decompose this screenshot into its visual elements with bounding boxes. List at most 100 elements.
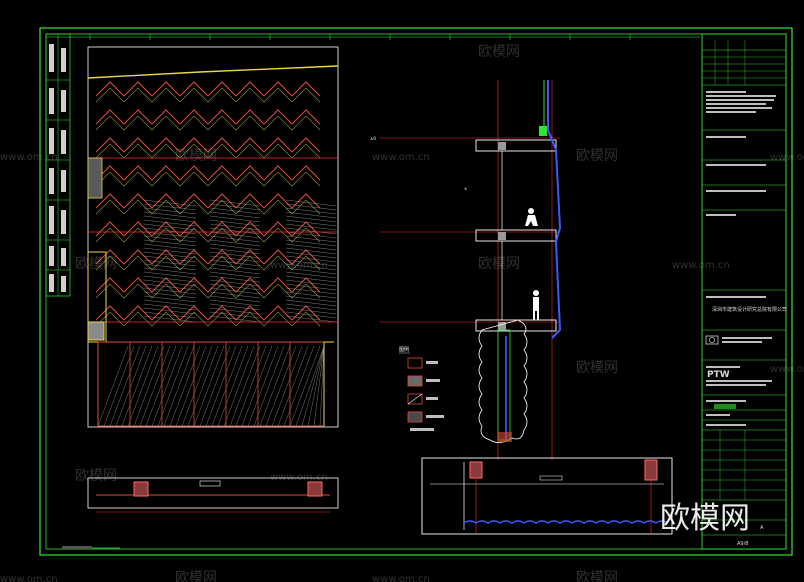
chevron-line [291,87,321,103]
chevron-line [263,199,293,215]
chevron-line [95,221,125,237]
chevron-line [235,81,265,97]
chevron-line [235,109,265,125]
watermark-brand: 欧模网 [175,570,217,582]
chevron-line [123,249,153,265]
chevron-line [235,199,265,215]
hatch-line [163,345,195,427]
chevron-line [207,109,237,125]
slab-3 [475,319,557,332]
material-legend: 图例 [399,346,444,431]
cad-drawing-sheet: ±0 ± 图例 深圳市建筑设计研究总院有限公司 PTW A9/8 A 欧模网 w… [0,27,804,582]
watermark-brand: 欧模网 [576,570,618,582]
chevron-line [291,305,321,321]
hatch-line [253,345,285,427]
chevron-line [151,249,181,265]
roof-line [87,65,339,79]
chevron-line [179,311,209,327]
chevron-line [151,283,181,299]
hatch-line [151,345,183,427]
chevron-line [235,143,265,159]
chevron-line [179,199,209,215]
chevron-line [263,227,293,243]
watermark-brand: 欧模网 [478,256,520,272]
chevron-line [123,115,153,131]
chevron-line [291,109,321,125]
chevron-line [151,221,181,237]
chevron-line [179,87,209,103]
plan-detail-left [87,477,339,513]
chevron-line [263,171,293,187]
chevron-line [207,283,237,299]
watermark-brand: 欧模网 [576,148,618,164]
chevron-line [123,193,153,209]
chevron-line [263,143,293,159]
chevron-line [291,143,321,159]
hatch-line [265,345,297,427]
chevron-line [291,199,321,215]
chevron-line [123,199,153,215]
chevron-line [123,305,153,321]
chevron-line [95,109,125,125]
svg-text:±: ± [464,186,467,191]
watermark-site: www.om.cn [372,574,430,582]
dotted-panel [87,157,103,199]
planter-outline [478,319,528,443]
hatch-line [181,345,213,427]
chevron-line [95,283,125,299]
chevron-line [151,109,181,125]
hatch-line [133,345,165,427]
hatch-line [217,345,249,427]
chevron-line [151,81,181,97]
chevron-line [179,283,209,299]
chevron-line [123,255,153,271]
chevron-line [207,115,237,131]
hatch-line [145,345,177,427]
hatch-line [259,345,291,427]
chevron-line [95,199,125,215]
chevron-line [235,165,265,181]
chevron-line [151,193,181,209]
hatch-line [205,345,237,427]
chevron-line [95,277,125,293]
chevron-line [291,311,321,327]
hatch-line [115,345,147,427]
hatch-line [127,345,159,427]
chevron-line [123,277,153,293]
chevron-line [291,193,321,209]
figure-standing [533,290,539,320]
chevron-line [95,115,125,131]
chevron-line [123,227,153,243]
chevron-line [95,305,125,321]
chevron-line [207,171,237,187]
chevron-line [123,137,153,153]
hatch-line [307,345,325,427]
chevron-line [179,227,209,243]
chevron-line [95,81,125,97]
chevron-line [235,171,265,187]
chevron-line [123,311,153,327]
curtain-wall-wave [463,520,669,524]
scale-bar [62,546,120,549]
chevron-line [207,199,237,215]
chevron-line [151,165,181,181]
chevron-line [151,227,181,243]
hatch-line [241,345,273,427]
hatch-line [235,345,267,427]
watermark-site: www.om.cn [270,472,328,483]
chevron-line [291,221,321,237]
chevron-line [207,193,237,209]
drawing-number: A9/8 [737,541,748,547]
watermark-brand: 欧模网 [478,44,520,60]
chevron-line [263,137,293,153]
facade-profile [547,80,562,339]
hatch-line [97,345,129,427]
wall-section: ±0 ± [370,80,562,460]
revision-letter: A [760,525,764,531]
hatch-line [277,345,309,427]
column-base [87,321,105,341]
hatch-line [157,345,189,427]
facade-elevation [87,46,339,428]
plan-detail-right [421,457,673,535]
hatch-line [103,345,135,427]
